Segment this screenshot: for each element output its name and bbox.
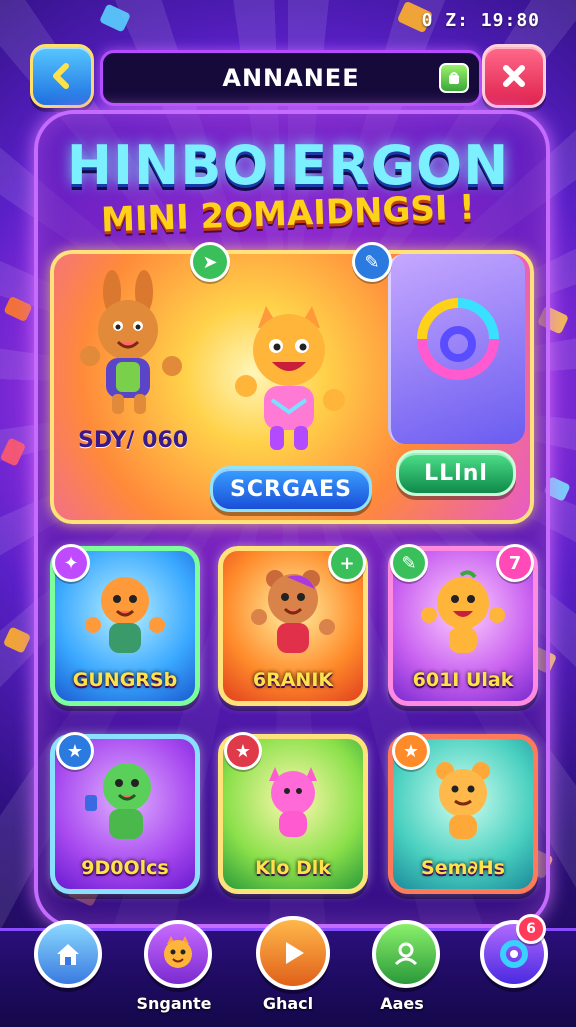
card-badge[interactable]: +: [328, 544, 366, 582]
card-badge: ✦: [52, 544, 90, 582]
confetti-piece: [98, 3, 132, 33]
secondary-action-button[interactable]: LLlnl: [396, 450, 516, 496]
bunny-character-icon: [80, 270, 182, 414]
shop-bag-icon[interactable]: [439, 63, 469, 93]
pink-creature-icon: [269, 767, 317, 837]
nav-label: Ghacl: [262, 994, 314, 1013]
nav-friends-button[interactable]: [372, 920, 440, 988]
profile-icon: [164, 936, 192, 968]
dino-character-icon: [85, 763, 151, 839]
swirl-logo-icon: [417, 298, 499, 380]
notification-badge: 6: [516, 914, 546, 944]
close-icon: [503, 65, 525, 87]
card-title: GUNGRSb: [72, 669, 178, 691]
nav-play-button[interactable]: [256, 916, 330, 990]
bear-character-icon: [251, 570, 335, 653]
nav-home-button[interactable]: [34, 920, 102, 988]
card-title: 6RANIK: [252, 669, 334, 691]
back-button[interactable]: [30, 44, 94, 108]
primary-action-button[interactable]: SCRGAES: [210, 466, 372, 512]
card-badge: ★: [392, 732, 430, 770]
nav-label: Sngante: [136, 994, 212, 1013]
card-badge: ★: [56, 732, 94, 770]
cat-character-icon: [235, 306, 345, 450]
nav-label: Aaes: [380, 994, 424, 1013]
confetti-piece: [0, 437, 27, 467]
card-badge: ★: [224, 732, 262, 770]
feature-badge-pencil[interactable]: ✎: [352, 242, 392, 282]
confetti-piece: [3, 295, 33, 323]
card-title: Sem∂Hs: [421, 857, 505, 879]
confetti-piece: [2, 626, 32, 654]
card-badge: 7: [496, 544, 534, 582]
feature-side-panel: [388, 254, 525, 444]
friends-icon: [394, 942, 418, 966]
tiger-character-icon: [85, 577, 165, 653]
card-title: 601I Ulak: [412, 669, 514, 691]
nav-profile-button[interactable]: [144, 920, 212, 988]
page-title: ANNANEE: [222, 64, 360, 92]
card-title: Klo Dlk: [255, 857, 331, 879]
chevron-left-icon: [53, 63, 69, 89]
title-bar: ANNANEE: [100, 50, 482, 106]
fruit-character-icon: [421, 570, 505, 653]
card-title: 9D0Olcs: [81, 857, 169, 879]
home-icon: [57, 944, 79, 965]
play-icon: [286, 942, 304, 964]
feature-stat: SDY/ 060: [78, 428, 189, 453]
bear-cub-character-icon: [436, 762, 490, 839]
close-button[interactable]: [482, 44, 546, 108]
card-badge[interactable]: ✎: [390, 544, 428, 582]
status-time: 0 Z: 19:80: [421, 10, 540, 31]
feature-badge-arrow[interactable]: ➤: [190, 242, 230, 282]
